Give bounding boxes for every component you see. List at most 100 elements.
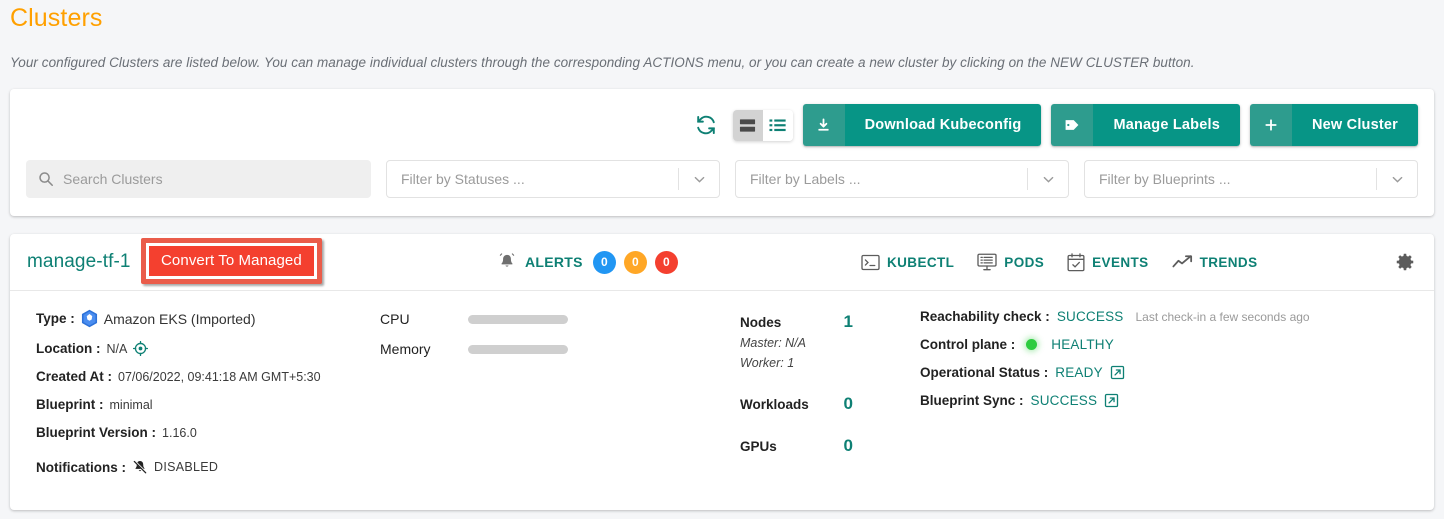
status-control-plane-value: HEALTHY (1051, 337, 1114, 352)
detail-notifications-key: Notifications : (36, 459, 126, 475)
count-worker: Worker: 1 (740, 356, 795, 370)
status-operational-key: Operational Status : (920, 365, 1049, 380)
alerts-label: ALERTS (525, 254, 583, 270)
bell-icon (497, 252, 517, 272)
status-blueprint-sync-key: Blueprint Sync : (920, 393, 1024, 408)
cluster-status-column: Reachability check : SUCCESS Last check-… (920, 307, 1310, 484)
count-workloads-value: 0 (843, 394, 853, 413)
external-link-icon[interactable] (1110, 365, 1125, 380)
events-action[interactable]: EVENTS (1067, 252, 1148, 272)
detail-blueprint: Blueprint : minimal (36, 397, 380, 412)
cluster-card-header: manage-tf-1 Convert To Managed ALERTS 0 … (10, 234, 1434, 291)
filter-blueprints-value: Filter by Blueprints ... (1099, 171, 1231, 187)
pods-action[interactable]: PODS (977, 253, 1044, 271)
count-gpus-label: GPUs (740, 439, 777, 454)
count-nodes: Nodes 1 (740, 312, 853, 332)
status-reachability-note: Last check-in a few seconds ago (1135, 309, 1310, 324)
download-kubeconfig-button[interactable]: Download Kubeconfig (802, 104, 1042, 146)
convert-to-managed-focus-ring: Convert To Managed (146, 243, 317, 279)
detail-location-key: Location : (36, 341, 101, 356)
view-mode-toggle[interactable] (732, 109, 793, 141)
count-nodes-value: 1 (843, 312, 853, 331)
kubectl-label: KUBECTL (887, 254, 955, 270)
tag-icon (1051, 104, 1094, 146)
new-cluster-label: New Cluster (1292, 104, 1418, 146)
cluster-card-body: Type : Amazon EKS (Imported) Location : … (10, 291, 1434, 510)
healthy-dot-icon (1026, 339, 1038, 350)
calendar-check-icon (1067, 252, 1085, 272)
status-control-plane-key: Control plane : (920, 337, 1016, 352)
cluster-usage-column: CPU Memory (380, 307, 740, 484)
chevron-down-icon[interactable] (679, 172, 719, 187)
search-clusters-box[interactable] (26, 160, 371, 198)
list-view-icon[interactable] (762, 109, 793, 141)
status-reachability-value: SUCCESS (1056, 309, 1124, 324)
status-operational-value: READY (1055, 365, 1103, 380)
count-gpus-value: 0 (843, 436, 853, 455)
gear-icon[interactable] (1394, 251, 1416, 273)
cluster-details-column: Type : Amazon EKS (Imported) Location : … (10, 307, 380, 484)
usage-cpu-track (468, 314, 568, 324)
cluster-card: manage-tf-1 Convert To Managed ALERTS 0 … (10, 234, 1434, 510)
new-cluster-button[interactable]: New Cluster (1250, 104, 1418, 146)
filter-labels-select[interactable]: Filter by Labels ... (735, 160, 1069, 198)
count-nodes-label: Nodes (740, 315, 782, 330)
status-blueprint-sync-value: SUCCESS (1030, 393, 1098, 408)
cluster-name[interactable]: manage-tf-1 (27, 251, 131, 273)
filter-blueprints-select[interactable]: Filter by Blueprints ... (1084, 160, 1418, 198)
status-control-plane: Control plane : HEALTHY (920, 337, 1310, 352)
usage-cpu: CPU (380, 311, 740, 327)
filter-row: Filter by Statuses ... Filter by Labels … (26, 160, 1418, 198)
usage-memory: Memory (380, 341, 740, 357)
alerts-group: ALERTS 0 0 0 (497, 250, 678, 274)
detail-type-key: Type : (36, 311, 75, 326)
detail-location-value: N/A (106, 341, 128, 356)
page-title: Clusters (10, 4, 103, 32)
usage-cpu-label: CPU (380, 311, 410, 327)
refresh-icon[interactable] (693, 112, 719, 138)
status-reachability-key: Reachability check : (920, 309, 1050, 324)
trends-action[interactable]: TRENDS (1172, 254, 1258, 270)
cluster-counts-column: Nodes 1 Master: N/A Worker: 1 Workloads … (740, 307, 920, 484)
detail-type-value: Amazon EKS (Imported) (103, 310, 256, 327)
usage-memory-label: Memory (380, 341, 431, 357)
page-header: Clusters Your configured Clusters are li… (0, 0, 1444, 70)
detail-notifications: Notifications : DISABLED (36, 459, 380, 475)
count-gpus: GPUs 0 (740, 436, 853, 456)
pods-label: PODS (1004, 254, 1045, 270)
filter-labels-value: Filter by Labels ... (750, 171, 861, 187)
detail-type: Type : Amazon EKS (Imported) (36, 309, 380, 328)
detail-blueprint-value: minimal (109, 397, 153, 412)
manage-labels-label: Manage Labels (1093, 104, 1240, 146)
toolbar: Download Kubeconfig Manage Labels New Cl… (26, 103, 1418, 147)
status-blueprint-sync: Blueprint Sync : SUCCESS (920, 393, 1310, 408)
manage-labels-button[interactable]: Manage Labels (1051, 104, 1240, 146)
location-target-icon[interactable] (133, 341, 149, 356)
convert-to-managed-button[interactable]: Convert To Managed (149, 246, 314, 276)
alert-badge-warning[interactable]: 0 (623, 250, 647, 274)
detail-notifications-value: DISABLED (154, 460, 219, 474)
filter-statuses-select[interactable]: Filter by Statuses ... (386, 160, 720, 198)
detail-blueprint-version-value: 1.16.0 (162, 425, 197, 440)
external-link-icon[interactable] (1104, 393, 1119, 408)
bell-off-icon (132, 459, 148, 475)
download-icon (802, 104, 845, 146)
alert-badge-info[interactable]: 0 (592, 250, 616, 274)
trending-up-icon (1172, 254, 1193, 270)
terminal-icon (861, 254, 880, 271)
search-input[interactable] (63, 171, 359, 187)
page-subtitle: Your configured Clusters are listed belo… (10, 55, 1195, 70)
kubectl-action[interactable]: KUBECTL (861, 254, 954, 271)
count-workloads-label: Workloads (740, 397, 809, 412)
chevron-down-icon[interactable] (1377, 172, 1417, 187)
card-view-icon[interactable] (732, 109, 763, 141)
detail-blueprint-version-key: Blueprint Version : (36, 425, 157, 440)
detail-created-at-value: 07/06/2022, 09:41:18 AM GMT+5:30 (118, 369, 321, 384)
download-kubeconfig-label: Download Kubeconfig (844, 104, 1042, 146)
pods-icon (977, 253, 997, 271)
alert-badge-critical[interactable]: 0 (654, 250, 678, 274)
chevron-down-icon[interactable] (1028, 172, 1068, 187)
eks-hexagon-icon (81, 309, 98, 328)
detail-created-at-key: Created At : (36, 369, 113, 384)
